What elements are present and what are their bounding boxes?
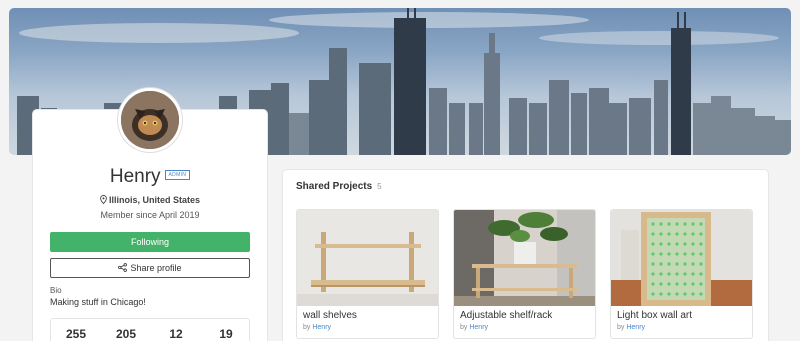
- cat-photo-icon: [121, 91, 179, 149]
- stat-value[interactable]: 19: [201, 327, 251, 341]
- project-title[interactable]: Light box wall art: [617, 310, 692, 321]
- by-label: by: [617, 324, 625, 331]
- profile-stats: 255 205 12 19: [50, 318, 250, 341]
- profile-location: Illinois, United States: [33, 195, 267, 205]
- project-title[interactable]: Adjustable shelf/rack: [460, 310, 552, 321]
- project-title[interactable]: wall shelves: [303, 310, 357, 321]
- project-card[interactable]: Light box wall art by Henry: [610, 209, 753, 339]
- project-author-link[interactable]: Henry: [312, 324, 331, 331]
- shared-projects-count: 5: [377, 182, 382, 191]
- stat-value[interactable]: 255: [51, 327, 101, 341]
- stat-value[interactable]: 12: [151, 327, 201, 341]
- project-card[interactable]: wall shelves by Henry: [296, 209, 439, 339]
- share-icon: [118, 263, 128, 272]
- following-button[interactable]: Following: [50, 232, 250, 252]
- profile-name-row: Henry ADMIN: [33, 166, 267, 188]
- share-profile-label: Share profile: [130, 263, 182, 273]
- admin-badge: ADMIN: [164, 169, 191, 180]
- location-text: Illinois, United States: [108, 195, 200, 205]
- avatar[interactable]: [118, 88, 182, 152]
- project-thumbnail: [611, 210, 752, 306]
- project-thumbnail: [454, 210, 595, 306]
- profile-page: Henry ADMIN Illinois, United States Membe…: [0, 0, 800, 341]
- stat-value[interactable]: 205: [101, 327, 151, 341]
- project-card[interactable]: Adjustable shelf/rack by Henry: [453, 209, 596, 339]
- project-byline: by Henry: [617, 324, 645, 331]
- member-since: Member since April 2019: [100, 210, 200, 220]
- by-label: by: [460, 324, 468, 331]
- bio-text: Making stuff in Chicago!: [50, 297, 146, 307]
- by-label: by: [303, 324, 311, 331]
- shared-projects-heading: Shared Projects 5: [296, 181, 382, 192]
- project-thumbnail: [297, 210, 438, 306]
- bio-label: Bio: [50, 286, 62, 295]
- profile-name: Henry: [109, 166, 161, 187]
- project-byline: by Henry: [303, 324, 331, 331]
- shared-projects-title: Shared Projects: [296, 181, 373, 192]
- map-pin-icon: [100, 195, 107, 205]
- project-author-link[interactable]: Henry: [626, 324, 645, 331]
- project-author-link[interactable]: Henry: [469, 324, 488, 331]
- share-profile-button[interactable]: Share profile: [50, 258, 250, 278]
- project-byline: by Henry: [460, 324, 488, 331]
